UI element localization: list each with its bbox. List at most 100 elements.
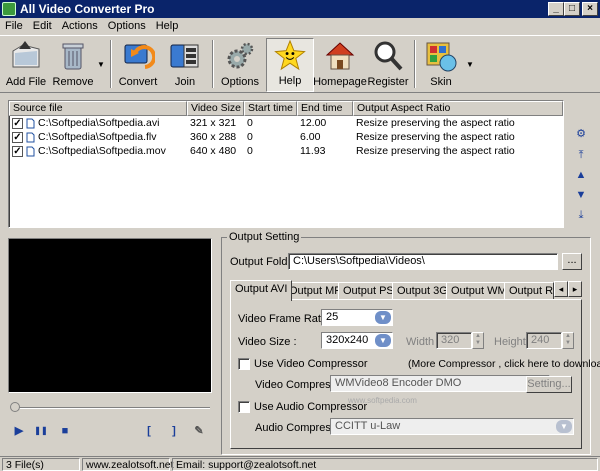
eraser-icon[interactable]: ✎ [192, 424, 206, 438]
tab-output-avi[interactable]: Output AVI [230, 280, 293, 301]
skin-label: Skin [430, 76, 452, 88]
output-aspect: Resize preserving the aspect ratio [356, 131, 515, 143]
remove-dropdown-arrow-icon[interactable]: ▼ [97, 60, 105, 69]
video-compressor-value: WMVideo8 Encoder DMO [335, 377, 462, 389]
width-spinner[interactable]: ▲ ▼ [472, 332, 484, 349]
tab-scroll-right-icon[interactable]: ▸ [568, 281, 582, 297]
video-size-select[interactable]: 320x240 ▼ [321, 332, 393, 349]
move-down-icon[interactable]: ▼ [574, 188, 588, 202]
tab-scroll-left-icon[interactable]: ◂ [554, 281, 568, 297]
add-file-icon [12, 41, 40, 68]
add-file-label: Add File [5, 76, 47, 88]
table-row[interactable]: ✓ C:\Softpedia\Softpedia.mov 640 x 480 0 … [9, 144, 563, 158]
output-folder-field[interactable]: C:\Users\Softpedia\Videos\ [288, 253, 558, 270]
video-file-icon [26, 146, 35, 157]
row-checkbox[interactable]: ✓ [12, 131, 23, 143]
menu-file[interactable]: File [0, 20, 28, 32]
source-file: C:\Softpedia\Softpedia.flv [38, 131, 157, 143]
output-aspect: Resize preserving the aspect ratio [356, 117, 515, 129]
file-list[interactable]: Source file Video Size Start time End ti… [8, 100, 564, 228]
compressor-setting-button[interactable]: Setting... [526, 376, 572, 393]
skin-dropdown-arrow-icon[interactable]: ▼ [466, 60, 474, 69]
video-file-icon [26, 118, 35, 129]
add-file-button[interactable]: Add File [4, 38, 48, 92]
video-size: 640 x 480 [190, 145, 237, 157]
row-checkbox[interactable]: ✓ [12, 117, 23, 129]
frame-rate-select[interactable]: 25 ▼ [321, 309, 393, 326]
height-field[interactable]: 240 [526, 332, 562, 349]
menu-edit[interactable]: Edit [28, 20, 57, 32]
menu-options[interactable]: Options [103, 20, 151, 32]
status-website[interactable]: www.zealotsoft.net [82, 458, 174, 471]
gears-icon [227, 42, 254, 69]
options-label: Options [221, 76, 259, 88]
move-up-icon[interactable]: ▲ [574, 168, 588, 182]
toolbar: Add File Remove ▼ Convert Join Options H… [0, 35, 600, 93]
join-icon [170, 44, 199, 68]
register-button[interactable]: Register [366, 38, 410, 92]
tab-output-rm[interactable]: Output RM\ [504, 282, 554, 300]
video-preview [8, 238, 212, 393]
status-email[interactable]: Email: support@zealotsoft.net [172, 458, 598, 471]
homepage-label: Homepage [313, 76, 367, 88]
homepage-button[interactable]: Homepage [313, 38, 367, 92]
play-icon[interactable]: ▶ [12, 424, 26, 438]
help-button[interactable]: Help [266, 38, 314, 92]
height-spinner[interactable]: ▲ ▼ [562, 332, 574, 349]
frame-rate-label: Video Frame Rate : [238, 313, 334, 325]
skin-button[interactable]: Skin [420, 38, 462, 92]
audio-compressor-value: CCITT u-Law [335, 420, 401, 432]
menu-help[interactable]: Help [151, 20, 184, 32]
use-video-compressor-label: Use Video Compressor [254, 358, 368, 370]
col-end-time[interactable]: End time [297, 101, 353, 116]
seek-slider[interactable] [8, 401, 212, 413]
use-video-compressor-checkbox[interactable] [238, 358, 250, 370]
col-start-time[interactable]: Start time [244, 101, 297, 116]
mark-in-icon[interactable]: [ [142, 424, 156, 438]
move-bottom-icon[interactable]: ⤓ [574, 208, 588, 222]
chevron-down-icon: ▼ [556, 420, 572, 433]
audio-compressor-select[interactable]: CCITT u-Law ▼ [330, 418, 574, 435]
toolbar-separator [414, 40, 416, 88]
menu-actions[interactable]: Actions [57, 20, 103, 32]
end-time: 11.93 [300, 145, 326, 157]
remove-label: Remove [52, 76, 94, 88]
start-time: 0 [247, 145, 253, 157]
file-settings-icon[interactable]: ⚙ [574, 127, 588, 141]
minimize-button[interactable]: _ [548, 2, 564, 16]
seek-thumb[interactable] [10, 402, 20, 412]
table-row[interactable]: ✓ C:\Softpedia\Softpedia.flv 360 x 288 0 … [9, 130, 563, 144]
col-output-aspect[interactable]: Output Aspect Ratio [353, 101, 563, 116]
frame-rate-value: 25 [326, 311, 339, 323]
chevron-down-icon: ▼ [375, 334, 391, 347]
magnifier-key-icon [374, 41, 403, 71]
join-button[interactable]: Join [164, 38, 206, 92]
app-icon [2, 2, 16, 16]
source-file: C:\Softpedia\Softpedia.mov [38, 145, 166, 157]
use-audio-compressor-checkbox[interactable] [238, 401, 250, 413]
move-top-icon[interactable]: ⤒ [574, 148, 588, 162]
pause-icon[interactable]: ❚❚ [34, 424, 48, 438]
convert-label: Convert [118, 76, 158, 88]
table-row[interactable]: ✓ C:\Softpedia\Softpedia.avi 321 x 321 0 … [9, 116, 563, 130]
video-size-value: 320x240 [326, 334, 369, 346]
video-compressor-select[interactable]: WMVideo8 Encoder DMO▼ [330, 375, 550, 392]
col-source-file[interactable]: Source file [9, 101, 187, 116]
convert-button[interactable]: Convert [116, 38, 160, 92]
remove-button[interactable]: Remove [52, 38, 94, 92]
output-setting-title: Output Setting [227, 231, 302, 243]
menu-bar: File Edit Actions Options Help [0, 18, 600, 34]
width-field[interactable]: 320 [436, 332, 472, 349]
start-time: 0 [247, 131, 253, 143]
row-checkbox[interactable]: ✓ [12, 145, 23, 157]
video-size: 321 x 321 [190, 117, 237, 129]
options-button[interactable]: Options [218, 38, 262, 92]
close-button[interactable]: × [582, 2, 598, 16]
stop-icon[interactable]: ■ [58, 424, 72, 438]
col-video-size[interactable]: Video Size [187, 101, 244, 116]
more-compressor-link[interactable]: (More Compressor , click here to downloa… [408, 358, 600, 370]
video-size: 360 x 288 [190, 131, 237, 143]
browse-folder-button[interactable]: ... [562, 253, 582, 270]
maximize-button[interactable]: □ [564, 2, 580, 16]
mark-out-icon[interactable]: ] [167, 424, 181, 438]
